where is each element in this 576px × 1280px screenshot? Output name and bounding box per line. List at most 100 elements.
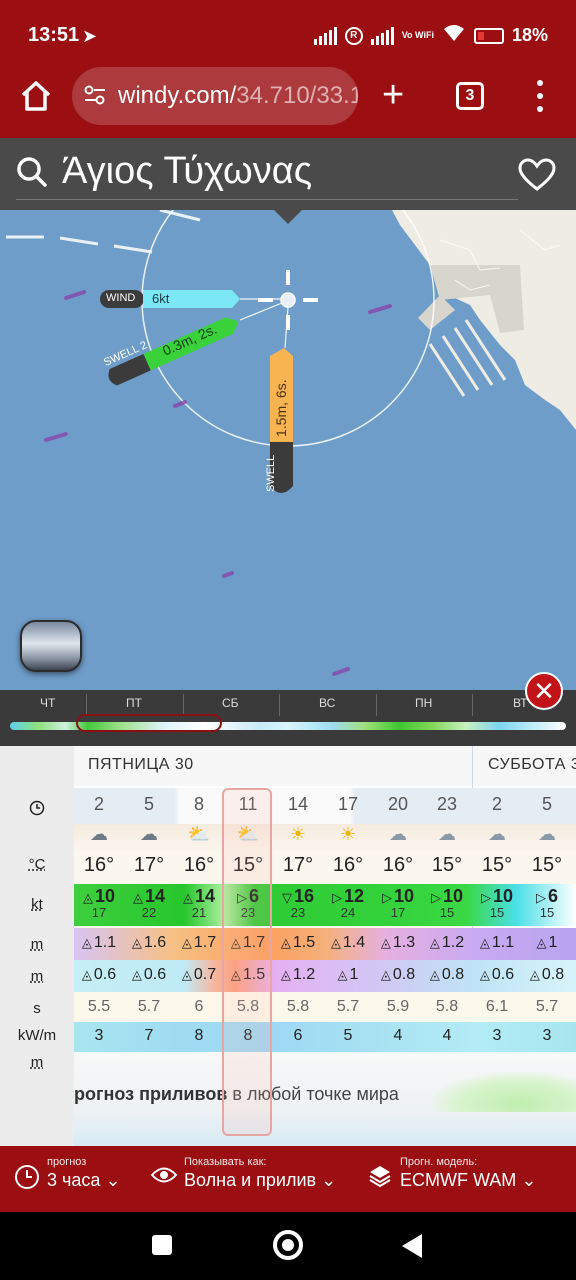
wind-arrow-icon: ▷: [381, 890, 392, 905]
wifi-icon: [442, 24, 466, 47]
forecast-step-selector[interactable]: прогноз 3 часа ⌄: [47, 1156, 121, 1191]
chevron-down-icon: ⌄: [321, 1170, 337, 1190]
wind-value: 6kt: [152, 291, 170, 306]
clock-icon: [14, 1164, 40, 1196]
status-icons: R Vo WiFi 18%: [313, 24, 548, 47]
close-icon[interactable]: ✕: [525, 672, 563, 710]
wind-arrow-icon: ▷: [331, 890, 342, 905]
power-cell: 6: [293, 1027, 303, 1044]
promo-bold: рогноз приливов: [74, 1084, 228, 1104]
wind-arrow-icon: ▽: [281, 890, 292, 905]
timeline-day[interactable]: ПТ: [126, 696, 142, 710]
browser-chrome: 13:51 ➤ R Vo WiFi 18% windy.com/34.710/3…: [0, 0, 576, 138]
swell-unit[interactable]: m: [0, 968, 74, 985]
timeline-day[interactable]: ВТ: [513, 696, 528, 710]
moon-cloud-icon: ☁: [488, 824, 506, 844]
favorite-heart-icon[interactable]: [518, 158, 556, 197]
hour-cell: 14: [287, 794, 309, 814]
divider: [16, 199, 518, 200]
address-bar[interactable]: windy.com/34.710/33.1: [72, 67, 358, 125]
hour-cell: 17: [337, 794, 359, 814]
swell-cell: ◬ 0.6: [131, 966, 167, 983]
model-value: ECMWF WAM ⌄: [400, 1170, 537, 1190]
period-cell: 5.7: [535, 998, 559, 1015]
wave-cell: ◬ 1.2: [429, 934, 465, 951]
wind-cell: ▽ 16 23: [281, 886, 315, 920]
tide-promo[interactable]: рогноз приливов в любой точке мира: [74, 1084, 576, 1114]
vowifi-icon: Vo WiFi: [401, 30, 434, 40]
temp-cell: 15°: [531, 854, 563, 876]
new-tab-button[interactable]: +: [382, 76, 404, 114]
wave-unit[interactable]: m: [0, 936, 74, 953]
hour-cell: 5: [541, 794, 552, 814]
forecast-options-bar: прогноз 3 часа ⌄ Показывать как: Волна и…: [0, 1146, 576, 1212]
hour-cell: 8: [193, 794, 204, 814]
hour-cell: 5: [143, 794, 154, 814]
location-title[interactable]: Άγιος Τύχωνας: [62, 150, 312, 193]
overflow-menu-icon[interactable]: [530, 80, 550, 112]
model-caption: Прогн. модель:: [400, 1156, 478, 1168]
site-settings-icon[interactable]: [84, 85, 106, 110]
hours-row: 2 5 8 11 14 17 20 23 2 5: [74, 788, 576, 824]
temperature-row: 16° 17° 16° 15° 17° 16° 16° 15° 15° 15°: [74, 850, 576, 884]
period-cell: 5.8: [236, 998, 260, 1015]
url-path: 34.710/33.1: [236, 82, 358, 109]
wind-cell: ▷ 6 23: [236, 886, 259, 920]
home-icon[interactable]: [18, 78, 54, 114]
moon-cloud-icon: ☁: [438, 824, 456, 844]
tab-switcher-button[interactable]: 3: [456, 82, 484, 110]
period-cell: 6.1: [485, 998, 509, 1015]
wind-cell: ◬ 14 21: [182, 886, 216, 920]
period-cell: 5.7: [336, 998, 360, 1015]
hour-cell: 20: [387, 794, 409, 814]
url-text[interactable]: windy.com/34.710/33.1: [118, 82, 358, 110]
forecast-step-value: 3 часа ⌄: [47, 1170, 121, 1190]
rain-cloud-icon: ☁: [140, 824, 158, 844]
search-icon[interactable]: [16, 156, 48, 193]
divider: [376, 694, 377, 716]
temp-cell: 16°: [183, 854, 215, 876]
temp-cell: 17°: [133, 854, 165, 876]
timeline-day[interactable]: ПН: [415, 696, 432, 710]
swell-row: ◬ 0.6 ◬ 0.6 ◬ 0.7 ◬ 1.5 ◬ 1.2 ◬ 1 ◬ 0.8 ◬ 0.8 ◬ 0…: [74, 960, 576, 992]
hour-cell: 23: [436, 794, 458, 814]
promo-rest: в любой точке мира: [227, 1084, 399, 1104]
timeline-day[interactable]: ВС: [319, 696, 335, 710]
power-cell: 3: [542, 1027, 552, 1044]
day-timeline[interactable]: ЧТ ПТ СБ ВС ПН ВТ: [0, 690, 576, 746]
timeline-selection[interactable]: [76, 714, 222, 732]
temp-cell: 17°: [282, 854, 314, 876]
home-button[interactable]: [273, 1230, 303, 1260]
wind-unit[interactable]: kt: [0, 896, 74, 913]
timeline-day[interactable]: ЧТ: [40, 696, 55, 710]
timeline-day[interactable]: СБ: [222, 696, 239, 710]
battery-icon: [473, 27, 504, 44]
forecast-table[interactable]: °C kt m m s kW/m m ПЯТНИЦА 30 СУББОТА 3 …: [0, 746, 576, 1146]
map-view[interactable]: WIND 6kt SWELL 2 0.3m, 2s. 1.5m, 6s. SWE…: [0, 210, 576, 690]
wave-cell: ◬ 1.6: [131, 934, 167, 951]
layers-icon: [368, 1164, 392, 1194]
wind-arrow-icon: ◬: [182, 890, 193, 905]
wind-arrow-icon: ◬: [132, 890, 143, 905]
model-selector[interactable]: Прогн. модель: ECMWF WAM ⌄: [400, 1156, 536, 1191]
power-cell: 4: [442, 1027, 452, 1044]
forecast-step-caption: прогноз: [47, 1156, 87, 1168]
divider: [86, 694, 87, 716]
wind-cell: ◬ 10 17: [82, 886, 116, 920]
temp-cell: 15°: [431, 854, 463, 876]
power-cell: 8: [243, 1027, 253, 1044]
eye-icon: [150, 1164, 178, 1192]
display-mode-selector[interactable]: Показывать как: Волна и прилив ⌄: [184, 1156, 336, 1191]
recents-button[interactable]: [152, 1235, 172, 1255]
tide-unit[interactable]: m: [0, 1054, 74, 1071]
divider: [183, 694, 184, 716]
wind-cell: ▷ 10 15: [480, 886, 514, 920]
webcam-thumbnail[interactable]: [20, 620, 82, 672]
registered-icon: R: [344, 26, 363, 45]
back-button[interactable]: [402, 1234, 422, 1258]
wave-cell: ◬ 1.1: [81, 934, 117, 951]
sun-rain-cloud-icon: ⛅: [187, 824, 211, 844]
wave-cell: ◬ 1.3: [380, 934, 416, 951]
power-unit: kW/m: [17, 1027, 57, 1044]
temp-unit[interactable]: °C: [0, 856, 74, 873]
